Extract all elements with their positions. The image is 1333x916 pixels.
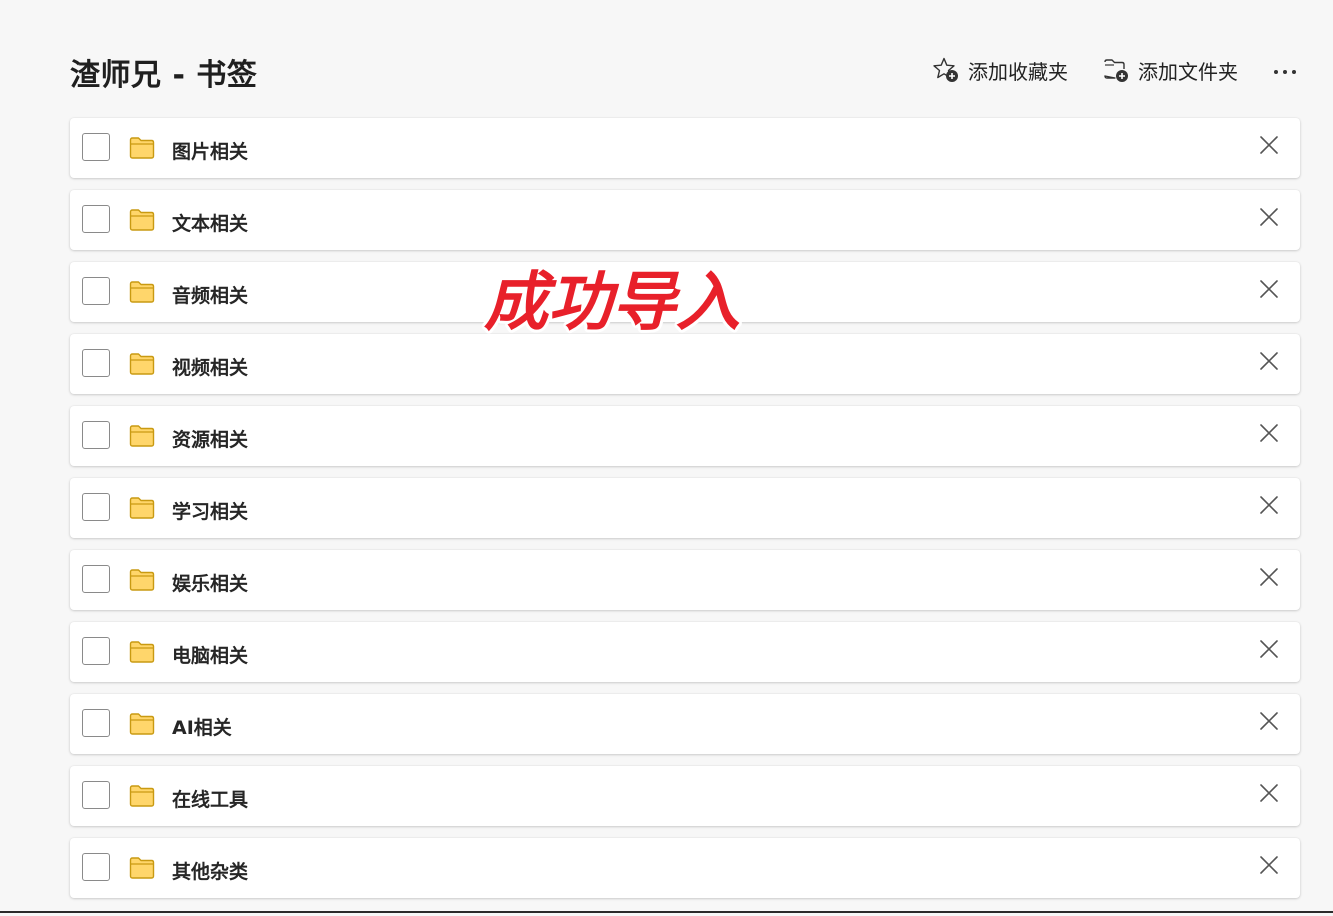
row-checkbox[interactable] [82,565,110,593]
folder-icon [129,353,155,375]
folder-row[interactable]: 在线工具 [70,766,1300,826]
folder-icon [129,713,155,735]
row-checkbox[interactable] [82,709,110,737]
close-icon [1259,279,1279,303]
row-checkbox[interactable] [82,493,110,521]
close-icon [1259,567,1279,591]
add-folder-label: 添加文件夹 [1138,59,1238,84]
bottom-border [0,911,1333,913]
delete-button[interactable] [1256,566,1282,592]
folder-row[interactable]: 视频相关 [70,334,1300,394]
folder-icon [129,641,155,663]
folder-icon [129,425,155,447]
folder-icon [129,209,155,231]
delete-button[interactable] [1256,134,1282,160]
row-checkbox[interactable] [82,421,110,449]
row-checkbox[interactable] [82,205,110,233]
delete-button[interactable] [1256,422,1282,448]
folder-row[interactable]: 其他杂类 [70,838,1300,898]
folder-row[interactable]: 娱乐相关 [70,550,1300,610]
folder-icon [129,785,155,807]
folder-add-icon [1102,56,1130,84]
folder-label[interactable]: AI相关 [172,713,232,740]
delete-button[interactable] [1256,350,1282,376]
folder-row[interactable]: 音频相关 [70,262,1300,322]
delete-button[interactable] [1256,206,1282,232]
row-checkbox[interactable] [82,781,110,809]
folder-row[interactable]: 文本相关 [70,190,1300,250]
folder-label[interactable]: 电脑相关 [172,641,248,668]
row-checkbox[interactable] [82,349,110,377]
folder-icon [129,137,155,159]
folder-label[interactable]: 音频相关 [172,281,248,308]
header: 渣师兄 - 书签 添加收藏夹 添加文件夹 [70,44,1300,94]
close-icon [1259,855,1279,879]
folder-label[interactable]: 资源相关 [172,425,248,452]
close-icon [1259,711,1279,735]
folder-row[interactable]: 电脑相关 [70,622,1300,682]
folder-row[interactable]: 学习相关 [70,478,1300,538]
row-checkbox[interactable] [82,133,110,161]
folder-row[interactable]: 资源相关 [70,406,1300,466]
folder-row[interactable]: 图片相关 [70,118,1300,178]
folder-label[interactable]: 视频相关 [172,353,248,380]
close-icon [1259,783,1279,807]
close-icon [1259,423,1279,447]
folder-icon [129,569,155,591]
delete-button[interactable] [1256,638,1282,664]
row-checkbox[interactable] [82,637,110,665]
close-icon [1259,351,1279,375]
folder-label[interactable]: 在线工具 [172,785,248,812]
folder-icon [129,857,155,879]
row-checkbox[interactable] [82,277,110,305]
folder-label[interactable]: 图片相关 [172,137,248,164]
more-horizontal-icon [1273,61,1297,80]
star-add-icon [932,56,960,84]
delete-button[interactable] [1256,710,1282,736]
add-folder-button[interactable]: 添加文件夹 [1100,54,1240,86]
row-checkbox[interactable] [82,853,110,881]
folder-row[interactable]: AI相关 [70,694,1300,754]
add-favorite-button[interactable]: 添加收藏夹 [930,54,1070,86]
close-icon [1259,207,1279,231]
delete-button[interactable] [1256,278,1282,304]
add-favorite-label: 添加收藏夹 [968,59,1068,84]
delete-button[interactable] [1256,854,1282,880]
header-actions: 添加收藏夹 添加文件夹 [930,54,1300,86]
delete-button[interactable] [1256,494,1282,520]
folder-icon [129,497,155,519]
close-icon [1259,639,1279,663]
close-icon [1259,495,1279,519]
folder-list: 图片相关 文本相关 音频相关 视频相关 资源相关 学习相关 娱乐相关 电脑相关 … [70,118,1300,910]
folder-icon [129,281,155,303]
folder-label[interactable]: 其他杂类 [172,857,248,884]
folder-label[interactable]: 文本相关 [172,209,248,236]
page-title: 渣师兄 - 书签 [70,58,258,93]
more-button[interactable] [1270,54,1300,86]
close-icon [1259,135,1279,159]
delete-button[interactable] [1256,782,1282,808]
folder-label[interactable]: 娱乐相关 [172,569,248,596]
folder-label[interactable]: 学习相关 [172,497,248,524]
